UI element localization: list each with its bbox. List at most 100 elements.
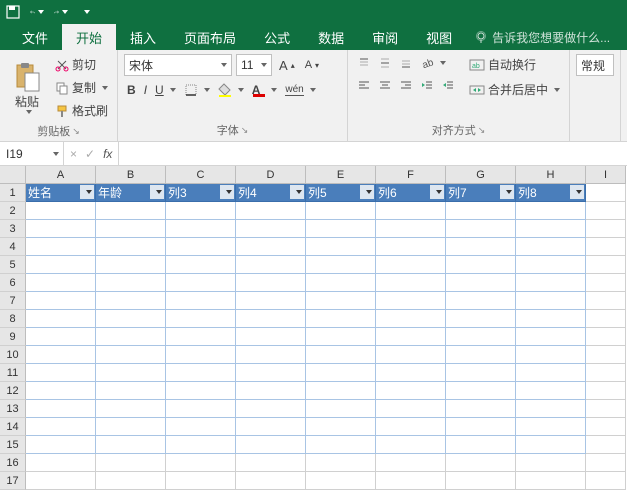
cell[interactable] [586, 472, 626, 490]
filter-icon[interactable] [500, 185, 514, 199]
row-header[interactable]: 1 [0, 184, 26, 202]
row-header[interactable]: 9 [0, 328, 26, 346]
cell[interactable] [96, 364, 166, 382]
cell[interactable] [376, 202, 446, 220]
cell[interactable] [96, 472, 166, 490]
format-painter-button[interactable]: 格式刷 [52, 100, 111, 121]
align-middle-icon[interactable] [375, 54, 395, 72]
cell[interactable] [236, 346, 306, 364]
underline-button[interactable]: U [152, 81, 179, 99]
cell[interactable] [586, 346, 626, 364]
cell[interactable] [586, 202, 626, 220]
tab-pagelayout[interactable]: 页面布局 [170, 24, 250, 50]
cell[interactable] [586, 220, 626, 238]
align-left-icon[interactable] [354, 76, 374, 94]
qat-customize-icon[interactable] [78, 5, 92, 19]
cell[interactable] [376, 274, 446, 292]
row-header[interactable]: 5 [0, 256, 26, 274]
cell[interactable] [306, 382, 376, 400]
bold-button[interactable]: B [124, 81, 139, 99]
row-header[interactable]: 8 [0, 310, 26, 328]
cell[interactable] [26, 310, 96, 328]
cell[interactable] [446, 328, 516, 346]
fx-icon[interactable]: fx [103, 147, 112, 161]
table-header-cell[interactable]: 年龄 [96, 184, 166, 202]
cell[interactable] [306, 418, 376, 436]
cell[interactable] [306, 274, 376, 292]
cell[interactable] [96, 400, 166, 418]
cell[interactable] [376, 400, 446, 418]
column-header[interactable]: G [446, 166, 516, 184]
row-header[interactable]: 4 [0, 238, 26, 256]
cell[interactable] [376, 346, 446, 364]
cell[interactable] [376, 364, 446, 382]
row-header[interactable]: 2 [0, 202, 26, 220]
cell[interactable] [516, 328, 586, 346]
cell[interactable] [166, 238, 236, 256]
undo-icon[interactable] [30, 5, 44, 19]
cell[interactable] [376, 418, 446, 436]
cell[interactable] [376, 382, 446, 400]
cell[interactable] [236, 400, 306, 418]
cell[interactable] [446, 220, 516, 238]
cell[interactable] [96, 202, 166, 220]
cell[interactable] [516, 454, 586, 472]
cell[interactable] [306, 454, 376, 472]
cell[interactable] [376, 454, 446, 472]
cell[interactable] [516, 292, 586, 310]
decrease-indent-icon[interactable] [417, 76, 437, 94]
dialog-launcher-icon[interactable]: ↘ [72, 126, 80, 137]
table-header-cell[interactable]: 列6 [376, 184, 446, 202]
cell[interactable] [166, 256, 236, 274]
cell[interactable] [446, 202, 516, 220]
tab-view[interactable]: 视图 [412, 24, 466, 50]
filter-icon[interactable] [570, 185, 584, 199]
cell[interactable] [586, 382, 626, 400]
tab-review[interactable]: 审阅 [358, 24, 412, 50]
cell[interactable] [166, 202, 236, 220]
cell[interactable] [26, 328, 96, 346]
table-header-cell[interactable]: 列5 [306, 184, 376, 202]
table-header-cell[interactable]: 列8 [516, 184, 586, 202]
cell[interactable] [166, 382, 236, 400]
cell[interactable] [446, 418, 516, 436]
cell[interactable] [306, 346, 376, 364]
cell[interactable] [376, 436, 446, 454]
cell[interactable] [446, 310, 516, 328]
cell[interactable] [26, 292, 96, 310]
decrease-font-icon[interactable]: A▾ [302, 57, 322, 73]
cell[interactable] [516, 400, 586, 418]
cell[interactable] [236, 292, 306, 310]
wrap-text-button[interactable]: ab自动换行 [466, 54, 563, 75]
merge-center-button[interactable]: 合并后居中 [466, 79, 563, 100]
cell[interactable] [166, 436, 236, 454]
cell[interactable] [376, 292, 446, 310]
cell[interactable] [376, 256, 446, 274]
tab-data[interactable]: 数据 [304, 24, 358, 50]
cell[interactable] [586, 454, 626, 472]
cell[interactable] [446, 274, 516, 292]
table-header-cell[interactable]: 列4 [236, 184, 306, 202]
column-header[interactable]: B [96, 166, 166, 184]
dialog-launcher-icon[interactable]: ↘ [241, 125, 249, 136]
cell[interactable] [446, 256, 516, 274]
cell[interactable] [26, 256, 96, 274]
cell[interactable] [306, 220, 376, 238]
cell[interactable] [26, 220, 96, 238]
cut-button[interactable]: 剪切 [52, 54, 111, 75]
cell[interactable] [516, 220, 586, 238]
cell[interactable] [236, 436, 306, 454]
cell[interactable] [236, 454, 306, 472]
filter-icon[interactable] [150, 185, 164, 199]
cell[interactable] [166, 310, 236, 328]
cell[interactable] [446, 436, 516, 454]
cell[interactable] [586, 256, 626, 274]
cell[interactable] [446, 400, 516, 418]
column-header[interactable]: H [516, 166, 586, 184]
cell[interactable] [306, 436, 376, 454]
cell[interactable] [236, 472, 306, 490]
cell[interactable] [96, 256, 166, 274]
tell-me[interactable]: 告诉我您想要做什么... [466, 24, 610, 50]
cell[interactable] [236, 256, 306, 274]
cell[interactable] [446, 472, 516, 490]
